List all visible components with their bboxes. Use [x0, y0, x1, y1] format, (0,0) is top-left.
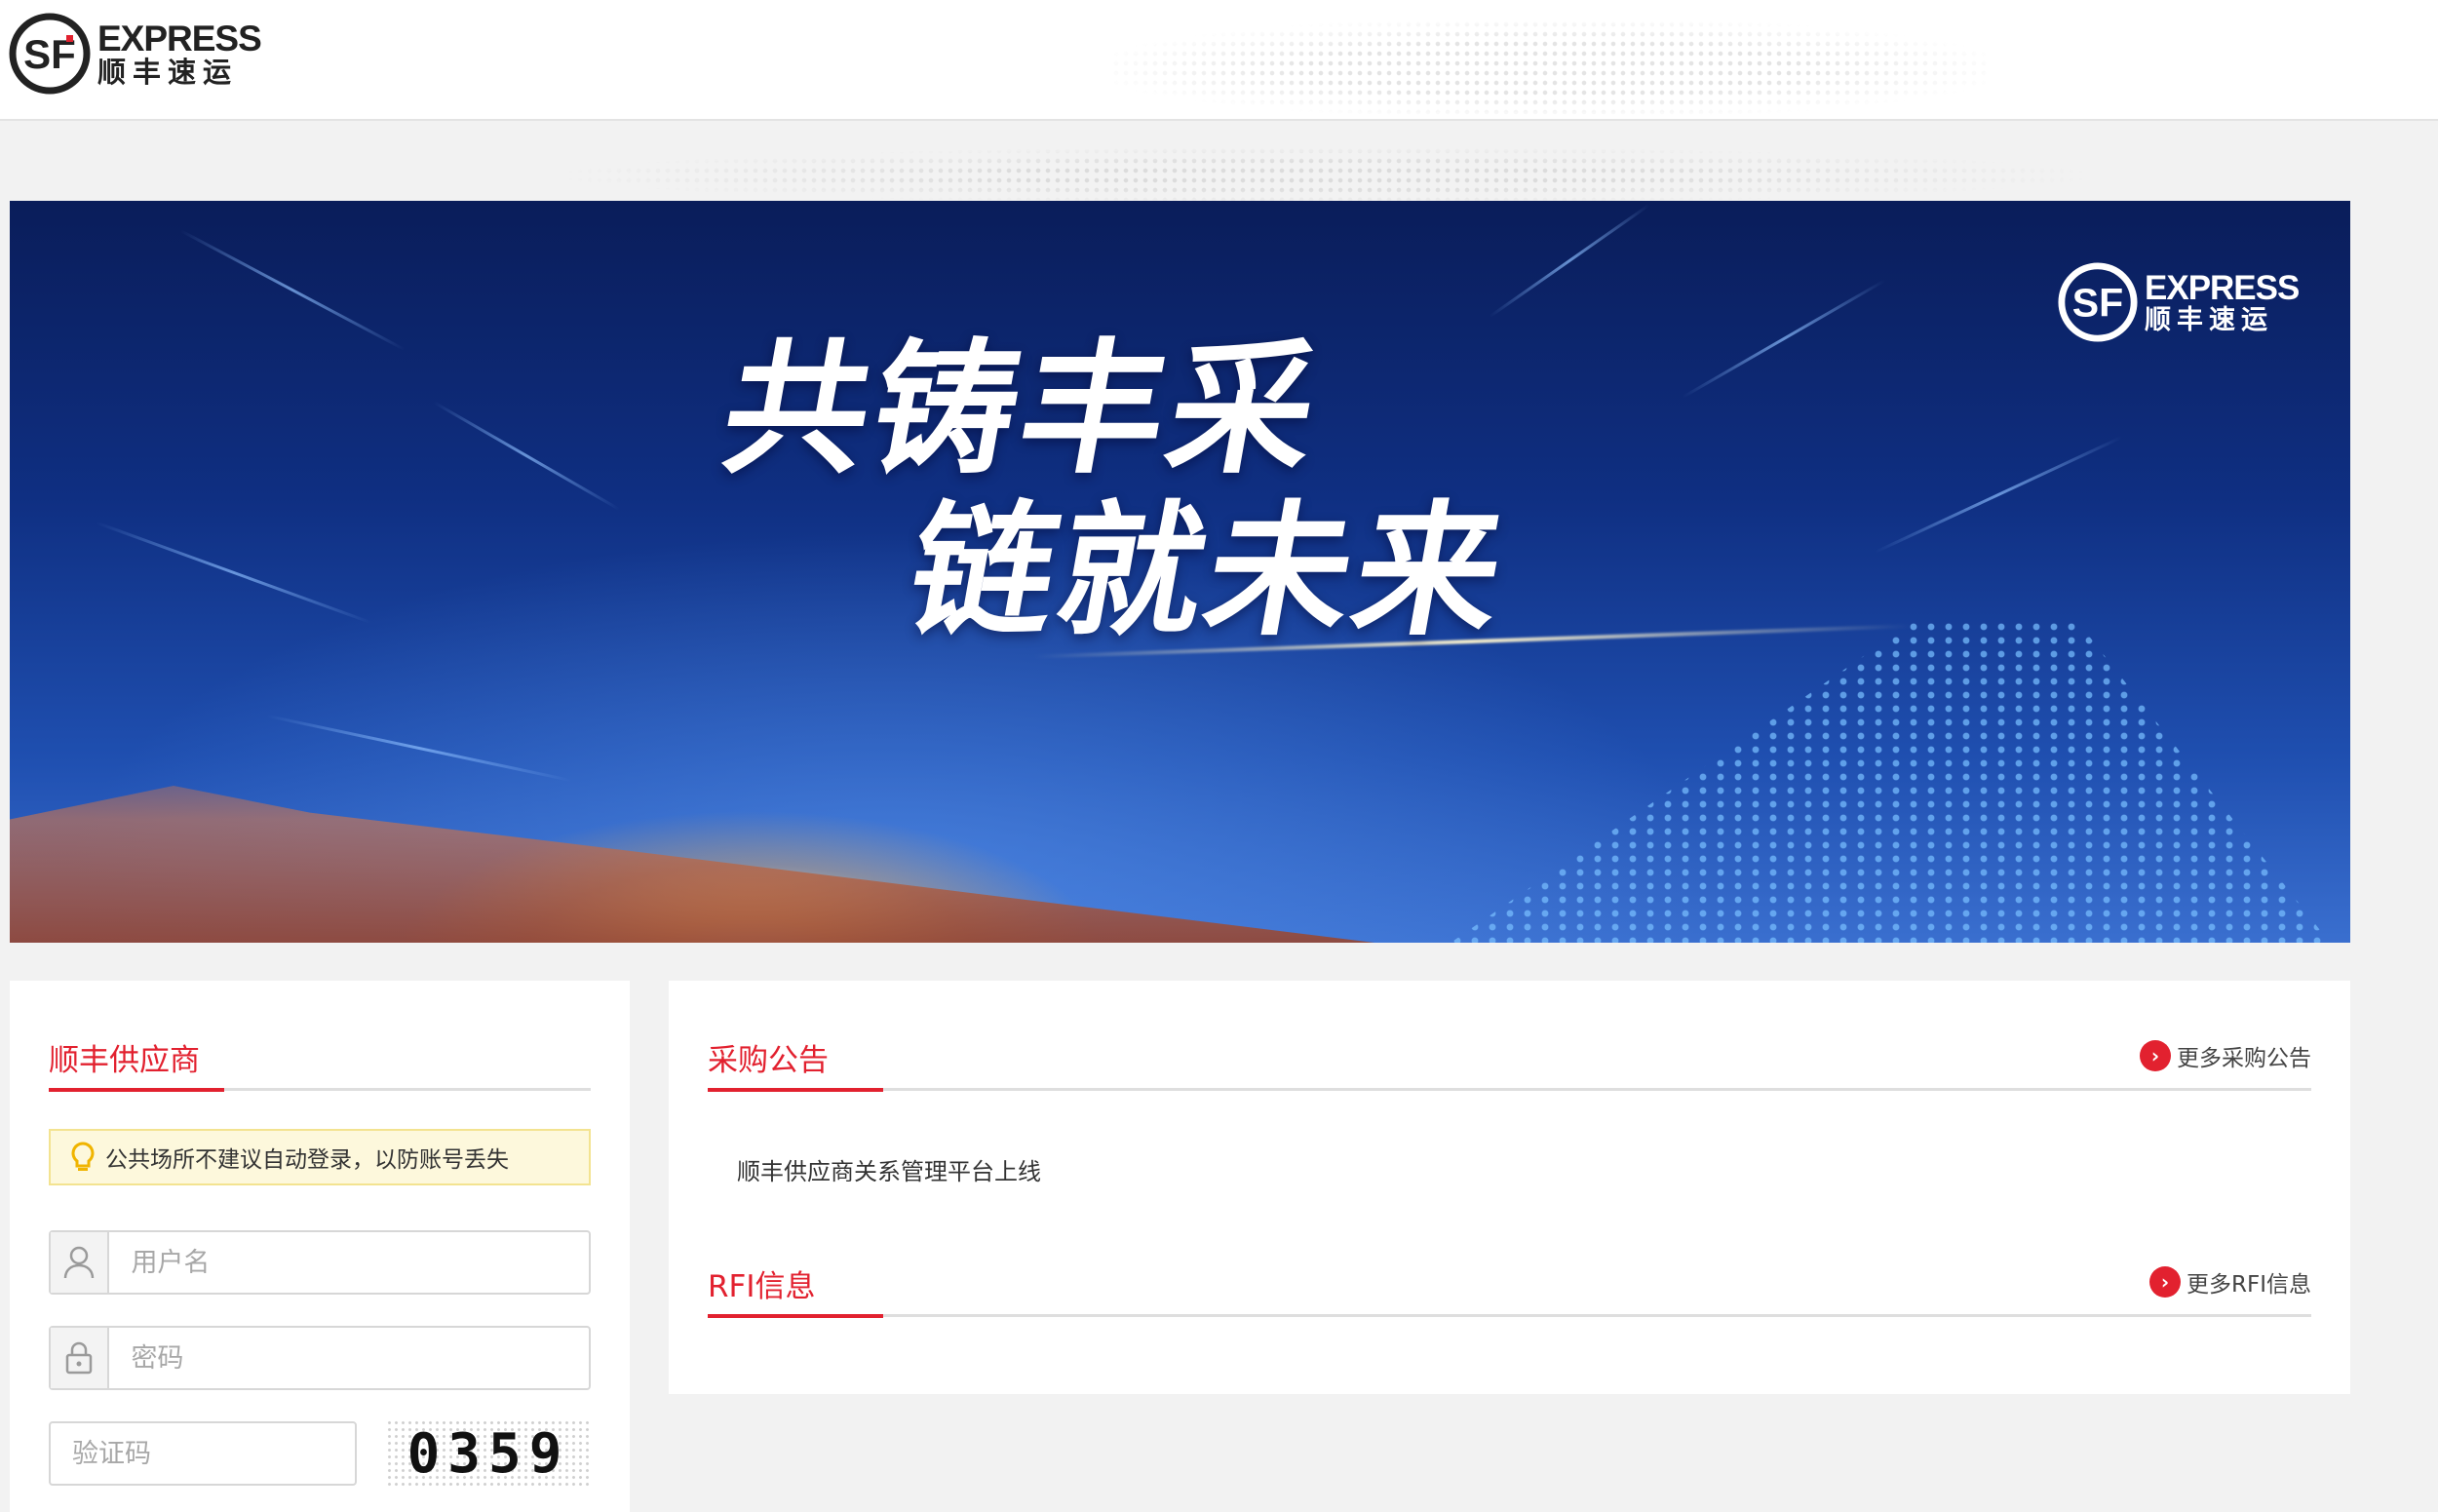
login-title: 顺丰供应商	[49, 1043, 200, 1078]
sf-express-logo[interactable]: SF EXPRESS 顺丰速运	[8, 12, 262, 96]
more-procurement-label: 更多采购公告	[2177, 1046, 2311, 1071]
password-field[interactable]	[49, 1326, 591, 1390]
announcement-panel: 采购公告 › 更多采购公告 顺丰供应商关系管理平台上线 RFI信息 › 更多RF…	[669, 981, 2350, 1394]
world-map-decoration	[1111, 19, 1989, 117]
username-field[interactable]	[49, 1230, 591, 1295]
light-streak	[266, 714, 572, 783]
lightbulb-icon	[71, 1142, 95, 1171]
captcha-image[interactable]: 0359	[386, 1419, 591, 1488]
password-input[interactable]	[109, 1341, 589, 1375]
light-streak	[1682, 279, 1886, 399]
banner-logo-wordmark: EXPRESS 顺丰速运	[2145, 269, 2300, 335]
svg-text:SF: SF	[2072, 281, 2123, 326]
top-header: SF EXPRESS 顺丰速运	[0, 0, 2438, 121]
captcha-field[interactable]	[49, 1421, 357, 1486]
title-accent-bar	[49, 1088, 224, 1092]
procurement-underline	[708, 1088, 2311, 1092]
username-input[interactable]	[109, 1246, 589, 1279]
light-streak	[1874, 435, 2123, 555]
rfi-title: RFI信息	[708, 1269, 816, 1304]
light-streak	[96, 521, 372, 625]
banner-slogan: 共铸丰采 链就未来	[684, 326, 1545, 655]
captcha-input[interactable]	[51, 1437, 355, 1470]
more-rfi-link[interactable]: › 更多RFI信息	[2149, 1265, 2311, 1299]
banner-sf-logo: SF EXPRESS 顺丰速运	[2057, 261, 2300, 343]
background-map-decoration	[546, 146, 2106, 205]
light-streak	[179, 229, 406, 351]
logo-wordmark: EXPRESS 顺丰速运	[97, 19, 262, 89]
login-title-underline	[49, 1088, 591, 1092]
chevron-right-icon: ›	[2140, 1040, 2171, 1071]
user-icon	[63, 1246, 95, 1279]
banner-logo-chinese-text: 顺丰速运	[2145, 305, 2273, 335]
more-rfi-label: 更多RFI信息	[2186, 1272, 2311, 1298]
rfi-underline	[708, 1314, 2311, 1318]
lock-icon	[65, 1341, 93, 1375]
light-streak	[432, 401, 621, 511]
supplier-login-card: 顺丰供应商 公共场所不建议自动登录，以防账号丢失 用户名 验证码 0359	[10, 981, 630, 1512]
procurement-title: 采购公告	[708, 1043, 829, 1078]
chevron-right-icon: ›	[2149, 1266, 2181, 1298]
horizon-decoration	[10, 786, 1374, 943]
security-notice: 公共场所不建议自动登录，以防账号丢失	[49, 1129, 591, 1185]
security-notice-text: 公共场所不建议自动登录，以防账号丢失	[105, 1147, 509, 1173]
password-addon	[51, 1328, 110, 1388]
light-streak	[1489, 203, 1650, 319]
title-accent-bar	[708, 1088, 883, 1092]
title-accent-bar	[708, 1314, 883, 1318]
logo-chinese-text: 顺丰速运	[97, 56, 239, 89]
more-procurement-link[interactable]: › 更多采购公告	[2140, 1039, 2311, 1072]
hero-banner: 共铸丰采 链就未来 SF EXPRESS 顺丰速运	[10, 201, 2350, 943]
announcement-item[interactable]: 顺丰供应商关系管理平台上线	[737, 1152, 1041, 1186]
sf-emblem-icon: SF	[2058, 262, 2138, 342]
banner-slogan-line2: 链就未来	[897, 487, 1520, 655]
banner-slogan-line1: 共铸丰采	[711, 326, 1334, 493]
light-road-decoration	[1326, 620, 2350, 943]
sf-emblem-icon: SF	[9, 13, 91, 95]
username-addon	[51, 1232, 110, 1293]
banner-logo-english-text: EXPRESS	[2145, 269, 2300, 307]
logo-english-text: EXPRESS	[97, 19, 262, 58]
